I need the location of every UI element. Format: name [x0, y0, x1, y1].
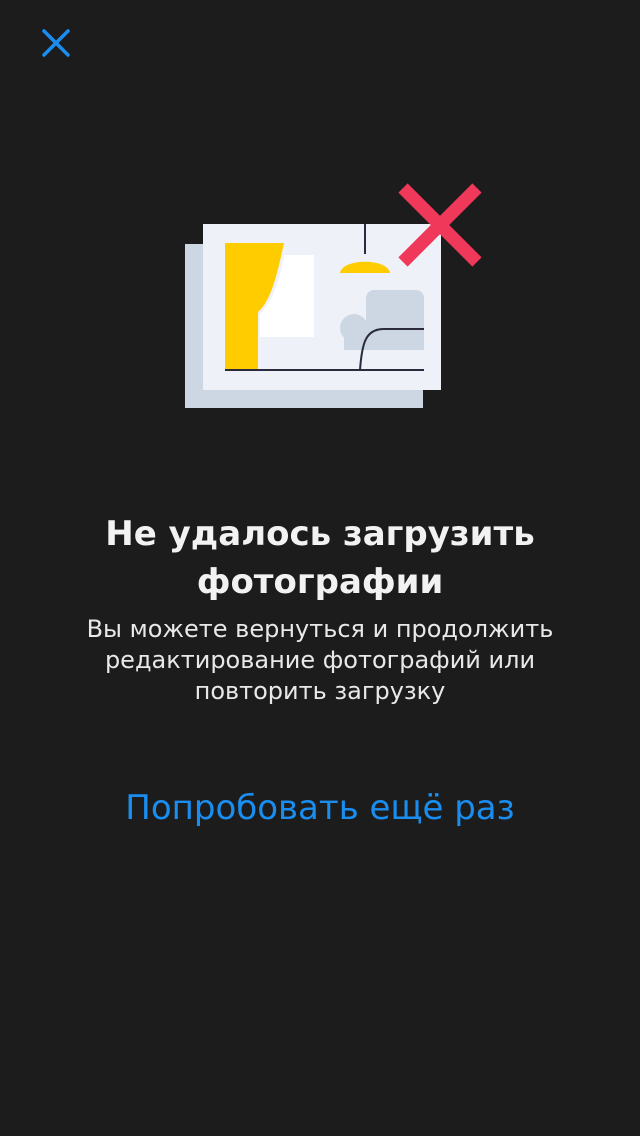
retry-button[interactable]: Попробовать ещё раз [40, 780, 600, 836]
error-title: Не удалось загрузить фотографии [105, 514, 535, 602]
error-description: Вы можете вернуться и продолжить редакти… [86, 615, 554, 705]
photo-upload-failed-icon [185, 183, 482, 408]
close-button[interactable] [30, 20, 82, 66]
close-icon [42, 29, 70, 57]
upload-error-screen: Не удалось загрузить фотографии Вы может… [0, 0, 640, 1136]
